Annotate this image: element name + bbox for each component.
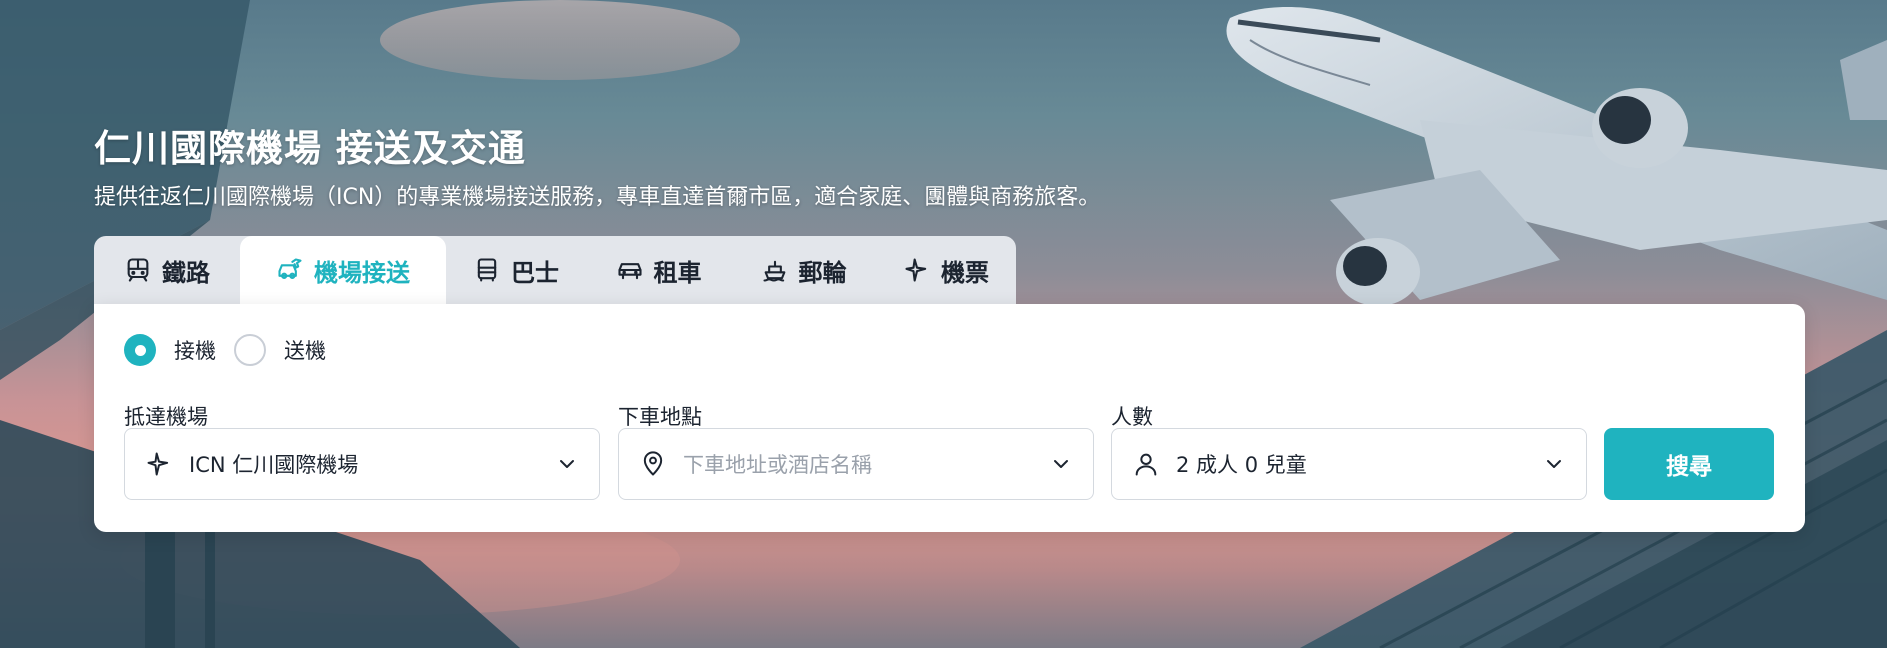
tab-bus[interactable]: 巴士 [446,236,586,304]
dropoff-label: 下車地點 [618,405,702,429]
transport-tabs: 鐵路 機場接送 巴士 租車 郵輪 機票 [94,236,1016,304]
radio-dropoff-dot[interactable] [234,334,266,366]
tab-bus-label: 巴士 [511,258,559,287]
radio-dropoff-label: 送機 [284,339,326,363]
chevron-down-icon [560,460,574,468]
tab-car-rental[interactable]: 租車 [586,236,731,304]
plane-icon [905,258,927,282]
train-icon [127,258,149,282]
person-icon [1135,453,1157,476]
passengers-value: 2 成人 0 兒童 [1176,453,1307,477]
page-subtitle: 提供往返仁川國際機場（ICN）的專業機場接送服務，專車直達首爾市區，適合家庭、團… [94,185,1101,210]
page-title: 仁川國際機場 接送及交通 [94,127,526,170]
airport-transfer-icon [278,258,302,279]
arrival-airport-label: 抵達機場 [124,405,208,429]
radio-dropoff[interactable]: 送機 [234,334,326,366]
dropoff-placeholder: 下車地址或酒店名稱 [683,453,872,477]
location-pin-icon [643,451,663,476]
bus-icon [477,258,497,282]
tab-airport-transfer-label: 機場接送 [314,258,410,287]
radio-pickup[interactable]: 接機 [124,334,216,366]
tab-rail[interactable]: 鐵路 [94,236,240,304]
radio-pickup-dot[interactable] [124,334,156,366]
chevron-down-icon [1547,460,1561,468]
tab-rail-label: 鐵路 [162,258,210,287]
tab-flights-label: 機票 [941,258,989,287]
arrival-airport-value: ICN 仁川國際機場 [189,453,359,477]
plane-icon [147,452,169,476]
tab-cruise-label: 郵輪 [798,258,847,287]
search-button[interactable]: 搜尋 [1604,428,1774,500]
arrival-airport-select[interactable]: ICN 仁川國際機場 [124,428,600,500]
cruise-icon [762,260,785,282]
tab-car-rental-label: 租車 [653,258,702,287]
tab-cruise[interactable]: 郵輪 [731,236,876,304]
chevron-down-icon [1054,460,1068,468]
tab-airport-transfer[interactable]: 機場接送 [240,236,446,304]
dropoff-location-select[interactable]: 下車地址或酒店名稱 [618,428,1094,500]
passengers-label: 人數 [1111,405,1153,429]
car-icon [617,263,642,280]
radio-pickup-label: 接機 [174,339,216,363]
booking-card: 接機 送機 抵達機場 ICN 仁川國際機場 下車地點 下車地址或酒店名稱 人數 … [94,304,1805,532]
tab-flights[interactable]: 機票 [876,236,1016,304]
direction-radio-group: 接機 送機 [124,334,344,366]
passengers-select[interactable]: 2 成人 0 兒童 [1111,428,1587,500]
